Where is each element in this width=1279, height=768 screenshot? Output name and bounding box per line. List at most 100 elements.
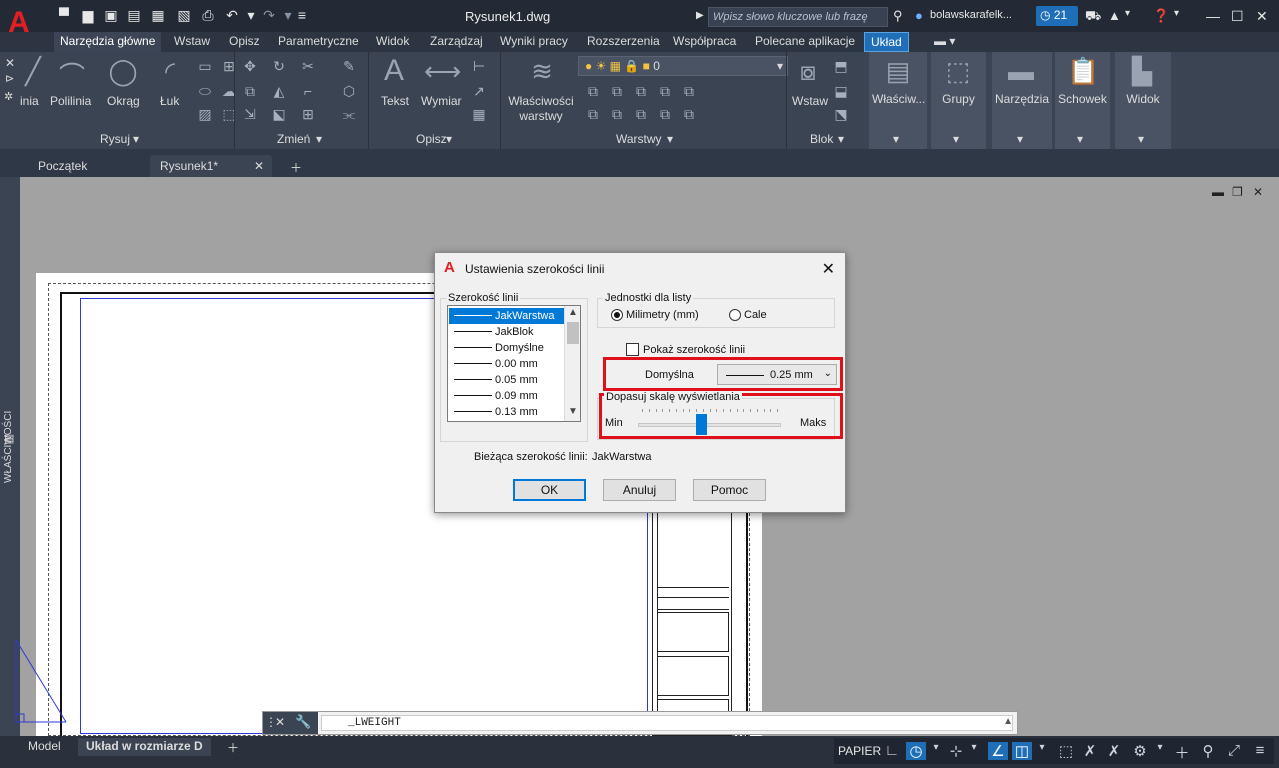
circle-icon[interactable]: ◯ — [106, 56, 140, 87]
unit-mm-label[interactable]: Milimetry (mm) — [626, 309, 699, 321]
ortho-icon[interactable]: ⊹ — [946, 742, 966, 760]
autohide-icon[interactable]: ⊳ — [5, 72, 14, 85]
move-icon[interactable]: ✥ — [241, 58, 259, 75]
paper-space-toggle[interactable]: PAPIER — [838, 744, 881, 758]
default-lineweight-select[interactable]: 0.25 mm ⌄ — [717, 364, 837, 385]
tab-home[interactable]: Narzędzia główne — [54, 32, 162, 52]
layer-properties-icon[interactable]: ≋ — [522, 56, 562, 87]
list-item[interactable]: 0.05 mm — [449, 372, 566, 388]
ribbon-display-options-icon[interactable]: ▬ ▾ — [928, 32, 961, 52]
array-icon[interactable]: ⊞ — [299, 106, 317, 123]
dimension-label[interactable]: Wymiar — [421, 94, 462, 108]
table-icon[interactable]: ⊞ — [220, 58, 238, 75]
doc-tab-start[interactable]: Początek — [28, 155, 97, 177]
ellipse-icon[interactable]: ⬭ — [196, 83, 214, 100]
leader-icon[interactable]: ↗ — [470, 83, 488, 100]
tab-parametric[interactable]: Parametryczne — [272, 32, 365, 52]
line-icon[interactable]: ╱ — [22, 56, 44, 87]
list-item[interactable]: 0.00 mm — [449, 356, 566, 372]
block-panel-label[interactable]: Blok — [810, 132, 833, 146]
modify-panel-label[interactable]: Zmień — [277, 132, 310, 146]
tab-annotate[interactable]: Opisz — [223, 32, 266, 52]
tab-output[interactable]: Wyniki pracy — [494, 32, 574, 52]
annotation-scale-icon[interactable]: ✗ — [1080, 742, 1100, 760]
viewport-minimize-icon[interactable]: ▬ — [1212, 185, 1224, 199]
annotation-visibility-icon[interactable]: ✗ — [1104, 742, 1124, 760]
modify-panel-dropdown-icon[interactable]: ▾ — [316, 132, 322, 146]
command-history-icon[interactable]: ▲ — [1003, 716, 1013, 727]
list-item[interactable]: JakBlok — [449, 324, 566, 340]
insert-block-icon[interactable]: ⧇ — [790, 56, 826, 88]
layer-properties-label[interactable]: Właściwości warstwy — [508, 94, 574, 124]
viewport-close-icon[interactable]: ✕ — [1253, 185, 1263, 199]
layer-tool-icon[interactable]: ⧉ — [632, 83, 650, 100]
customize-qat-icon[interactable]: ≡ — [294, 7, 310, 23]
selection-cycling-icon[interactable]: ⬚ — [1056, 742, 1076, 760]
group-properties[interactable]: ▤ Właściw... ▾ — [869, 52, 927, 149]
create-block-icon[interactable]: ⬒ — [832, 58, 850, 75]
scroll-thumb[interactable] — [567, 322, 579, 344]
linear-dim-icon[interactable]: ⊢ — [470, 58, 488, 75]
scale-slider-track[interactable] — [638, 423, 781, 427]
fullscreen-icon[interactable]: ⤢ — [1224, 742, 1244, 759]
close-icon[interactable]: ✕ — [275, 715, 285, 729]
scale-icon[interactable]: ⬕ — [270, 106, 288, 123]
layer-tool-icon[interactable]: ⧉ — [584, 106, 602, 123]
tab-featured-apps[interactable]: Polecane aplikacje — [749, 32, 861, 52]
tab-layout[interactable]: Układ — [864, 32, 909, 52]
snap-box-icon[interactable]: ◫ — [1012, 742, 1032, 760]
save-icon[interactable]: ▣ — [103, 7, 119, 23]
new-file-icon[interactable]: ▀ — [56, 7, 72, 23]
print-icon[interactable]: ⎙ — [200, 7, 216, 23]
erase-icon[interactable]: ✎ — [340, 58, 358, 75]
revcloud-icon[interactable]: ☁ — [220, 83, 238, 100]
tab-insert[interactable]: Wstaw — [168, 32, 216, 52]
layers-panel-label[interactable]: Warstwy — [616, 132, 662, 146]
undo-icon[interactable]: ↶ — [224, 7, 240, 23]
notifications-badge[interactable]: ◷ 21 — [1036, 6, 1078, 26]
lineweight-list[interactable]: JakWarstwa JakBlok Domyślne 0.00 mm 0.05… — [447, 305, 581, 422]
help-dropdown-icon[interactable]: ▾ — [1174, 8, 1179, 19]
command-input[interactable]: _LWEIGHT — [321, 715, 1013, 731]
scale-slider-thumb[interactable] — [695, 414, 707, 435]
properties-palette-icon[interactable]: ▤ — [4, 432, 14, 445]
rectangle-icon[interactable]: ▭ — [196, 58, 214, 75]
annotate-panel-dropdown-icon[interactable]: ▾ — [446, 132, 452, 146]
layers-panel-dropdown-icon[interactable]: ▾ — [667, 132, 673, 146]
annotation-monitor-icon[interactable]: ＋ — [1172, 742, 1192, 763]
object-snap-icon[interactable]: ∠ — [988, 742, 1008, 760]
help-button[interactable]: Pomoc — [693, 479, 766, 501]
stretch-icon[interactable]: ⇲ — [241, 106, 259, 123]
list-item[interactable]: 0.09 mm — [449, 388, 566, 404]
show-lineweight-checkbox[interactable] — [626, 343, 639, 356]
a360-dropdown-icon[interactable]: ▾ — [1125, 8, 1130, 19]
layer-tool-icon[interactable]: ⧉ — [680, 106, 698, 123]
unit-inch-label[interactable]: Cale — [744, 309, 767, 321]
snap-dropdown-icon[interactable]: ▾ — [1032, 742, 1052, 753]
explode-icon[interactable]: ⬡ — [340, 83, 358, 100]
tab-layout-d[interactable]: Układ w rozmiarze D — [78, 738, 211, 756]
wrench-icon[interactable]: 🔧 — [295, 714, 311, 730]
layer-tool-icon[interactable]: ⧉ — [584, 83, 602, 100]
list-item[interactable]: Domyślne — [449, 340, 566, 356]
list-scrollbar[interactable]: ▲ ▼ — [564, 306, 580, 421]
annotate-panel-label[interactable]: Opisz — [416, 132, 447, 146]
close-tab-icon[interactable]: ✕ — [254, 159, 264, 173]
store-cart-icon[interactable]: ⛟ — [1085, 8, 1101, 26]
user-icon[interactable]: ● — [915, 8, 923, 23]
block-panel-dropdown-icon[interactable]: ▾ — [838, 132, 844, 146]
insert-block-label[interactable]: Wstaw — [792, 94, 828, 108]
draw-panel-dropdown-icon[interactable]: ▾ — [133, 132, 139, 146]
autodesk-a360-icon[interactable]: ▲ — [1108, 8, 1121, 23]
mirror-icon[interactable]: ◭ — [270, 83, 288, 100]
ok-button[interactable]: OK — [513, 479, 586, 501]
add-layout-icon[interactable]: ＋ — [219, 738, 247, 756]
workspace-gear-icon[interactable]: ⚙ — [1130, 742, 1150, 760]
text-label[interactable]: Tekst — [381, 94, 409, 108]
search-input[interactable]: Wpisz słowo kluczowe lub frazę — [708, 7, 888, 27]
text-icon[interactable]: A — [378, 54, 410, 88]
boundary-icon[interactable]: ⬚ — [220, 106, 238, 123]
offset-icon[interactable]: ⫘ — [340, 106, 358, 123]
tab-view[interactable]: Widok — [370, 32, 415, 52]
polar-dropdown-icon[interactable]: ▾ — [926, 742, 946, 753]
